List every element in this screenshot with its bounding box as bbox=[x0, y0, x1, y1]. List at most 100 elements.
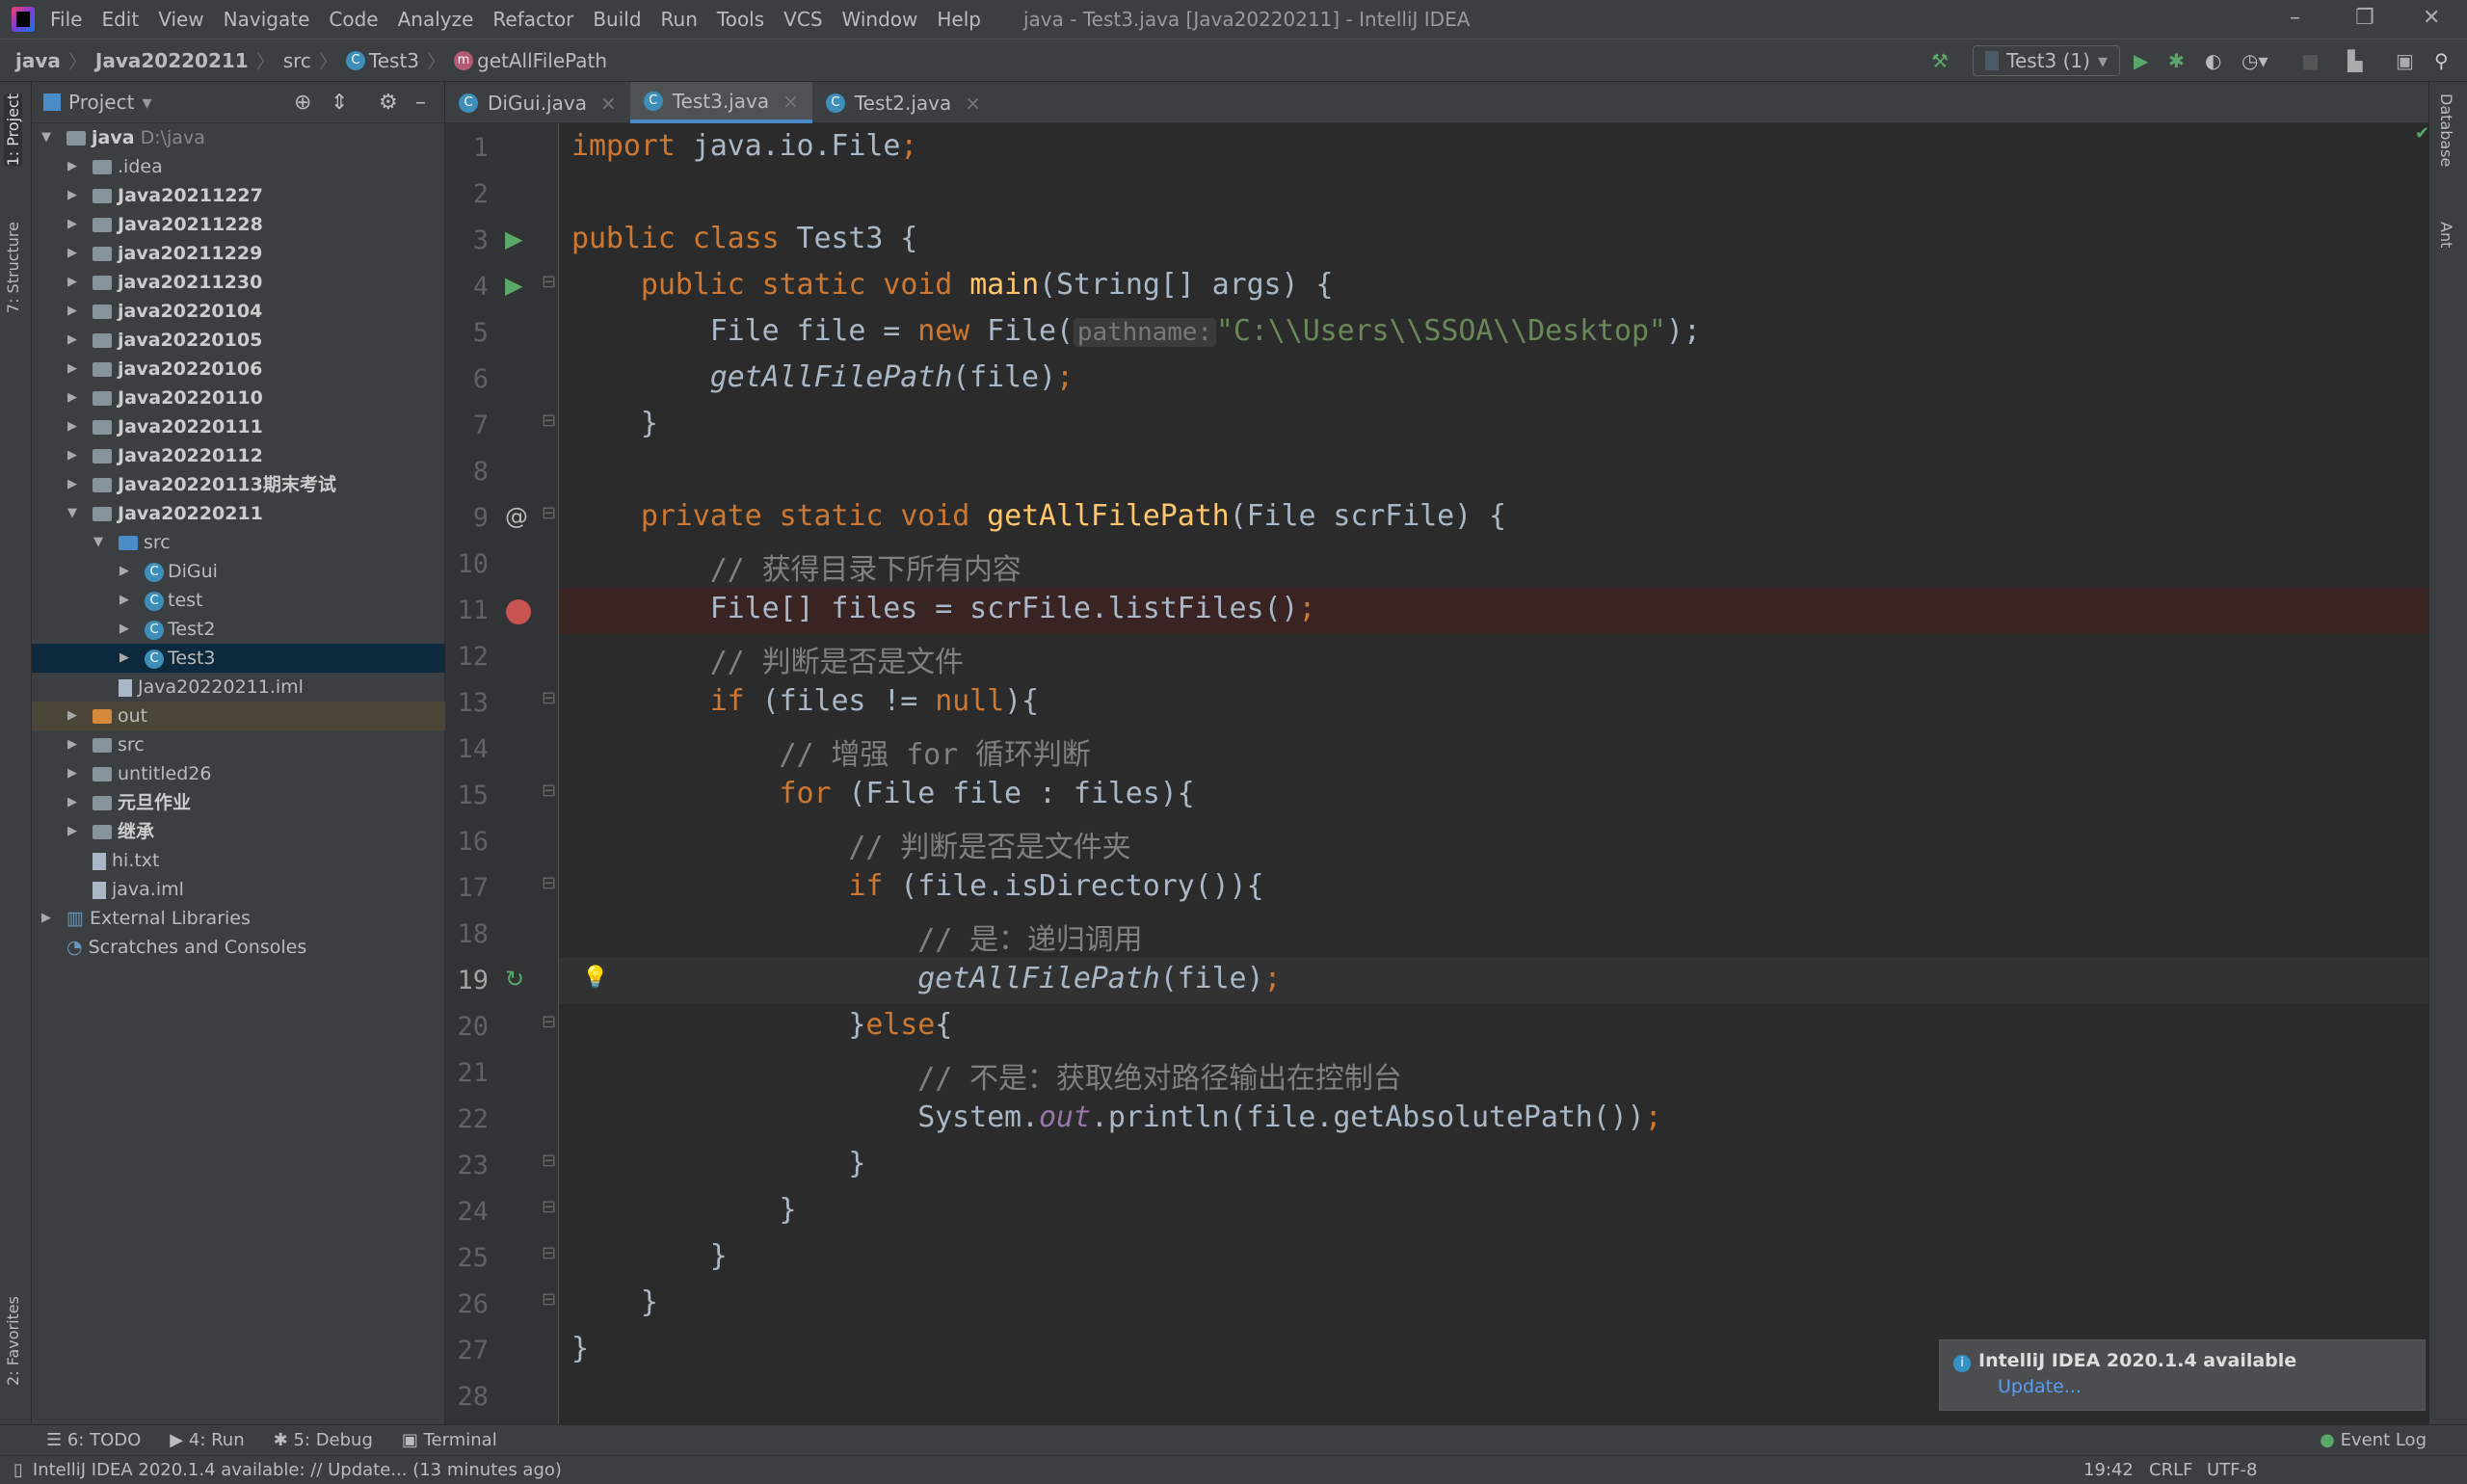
tree-item[interactable]: ▶ Java20220111 bbox=[32, 412, 445, 441]
tree-item[interactable]: ▶ Java20220113期末考试 bbox=[32, 470, 445, 499]
breadcrumb-java[interactable]: java bbox=[15, 49, 61, 72]
menu-analyze[interactable]: Analyze bbox=[398, 8, 474, 31]
code-line[interactable]: } bbox=[571, 1147, 865, 1180]
project-view-select[interactable]: Project bbox=[68, 91, 134, 114]
fold-icon[interactable]: ⊟ bbox=[542, 1197, 556, 1217]
code-line[interactable]: getAllFilePath(file); bbox=[571, 360, 1074, 394]
stop-icon[interactable]: ■ bbox=[2301, 49, 2320, 72]
tree-item[interactable]: ▶ 继承 bbox=[32, 817, 445, 846]
caret-position[interactable]: 19:42 bbox=[2083, 1460, 2134, 1480]
project-structure-icon[interactable]: ▙ bbox=[2348, 49, 2362, 72]
collapsed-arrow-icon[interactable]: ▶ bbox=[67, 239, 77, 268]
code-line[interactable]: public class Test3 { bbox=[571, 222, 917, 255]
collapsed-arrow-icon[interactable]: ▶ bbox=[67, 355, 77, 384]
fold-icon[interactable]: ⊟ bbox=[542, 873, 556, 893]
tree-item[interactable]: ▶ C DiGui bbox=[32, 557, 445, 586]
collapsed-arrow-icon[interactable]: ▶ bbox=[119, 586, 129, 615]
code-line[interactable]: File[] files = scrFile.listFiles(); bbox=[571, 592, 1316, 625]
code-line[interactable]: } bbox=[571, 1285, 658, 1319]
tree-item[interactable]: ▶ C Test3 bbox=[32, 644, 445, 673]
debug-tool-button[interactable]: ✱ 5: Debug bbox=[274, 1430, 373, 1450]
update-link[interactable]: Update... bbox=[1998, 1376, 2411, 1397]
expanded-arrow-icon[interactable]: ▼ bbox=[67, 499, 77, 528]
fold-icon[interactable]: ⊟ bbox=[542, 1012, 556, 1032]
breadcrumb-class[interactable]: Test3 bbox=[369, 49, 419, 72]
run-gutter-icon[interactable]: ▶ bbox=[505, 225, 522, 252]
minimize-button[interactable]: – bbox=[2290, 6, 2300, 30]
file-encoding[interactable]: UTF-8 bbox=[2207, 1460, 2257, 1480]
fold-icon[interactable]: ⊟ bbox=[542, 688, 556, 708]
close-tab-icon[interactable]: × bbox=[783, 90, 799, 113]
code-line[interactable]: public static void main(String[] args) { bbox=[571, 268, 1334, 302]
collapsed-arrow-icon[interactable]: ▶ bbox=[67, 210, 77, 239]
code-line[interactable]: } bbox=[571, 1332, 589, 1365]
tree-item[interactable]: ▶ java20220105 bbox=[32, 326, 445, 355]
breadcrumb-src[interactable]: src bbox=[283, 49, 311, 72]
breadcrumb-method[interactable]: getAllFilePath bbox=[477, 49, 607, 72]
collapsed-arrow-icon[interactable]: ▶ bbox=[119, 557, 129, 586]
tab-test2-java[interactable]: C Test2.java × bbox=[812, 82, 995, 123]
tree-item[interactable]: ▼ Java20220211 bbox=[32, 499, 445, 528]
code-line[interactable]: for (File file : files){ bbox=[571, 777, 1195, 810]
menu-edit[interactable]: Edit bbox=[101, 8, 139, 31]
menu-vcs[interactable]: VCS bbox=[783, 8, 822, 31]
collapsed-arrow-icon[interactable]: ▶ bbox=[41, 904, 51, 933]
tab-digui-java[interactable]: C DiGui.java × bbox=[445, 82, 630, 123]
code-line[interactable]: // 判断是否是文件夹 bbox=[571, 823, 1130, 865]
collapsed-arrow-icon[interactable]: ▶ bbox=[67, 441, 77, 470]
gear-icon[interactable]: ⚙ bbox=[379, 91, 398, 115]
run-anything-icon[interactable]: ▣ bbox=[2396, 49, 2414, 72]
tree-item[interactable]: ▶ out bbox=[32, 702, 445, 730]
tree-item[interactable]: java.iml bbox=[32, 875, 445, 904]
collapsed-arrow-icon[interactable]: ▶ bbox=[67, 702, 77, 730]
tree-item[interactable]: ▶ java20211230 bbox=[32, 268, 445, 297]
collapsed-arrow-icon[interactable]: ▶ bbox=[67, 268, 77, 297]
coverage-icon[interactable]: ◐ bbox=[2205, 49, 2221, 72]
tree-item[interactable]: ▶ Java20220112 bbox=[32, 441, 445, 470]
inspection-ok-icon[interactable]: ✔ bbox=[2415, 123, 2429, 144]
menu-view[interactable]: View bbox=[158, 8, 203, 31]
structure-tool-tab[interactable]: 7: Structure bbox=[4, 222, 22, 313]
collapsed-arrow-icon[interactable]: ▶ bbox=[67, 384, 77, 412]
tree-item[interactable]: ▶ C Test2 bbox=[32, 615, 445, 644]
tree-item[interactable]: ▶ .idea bbox=[32, 152, 445, 181]
todo-tool-button[interactable]: ☰ 6: TODO bbox=[46, 1430, 141, 1450]
collapse-all-icon[interactable]: ⇕ bbox=[331, 91, 348, 115]
menu-help[interactable]: Help bbox=[937, 8, 981, 31]
fold-icon[interactable]: ⊟ bbox=[542, 1289, 556, 1310]
line-separator[interactable]: CRLF bbox=[2149, 1460, 2192, 1480]
search-icon[interactable]: ⚲ bbox=[2434, 49, 2449, 72]
tree-item[interactable]: ◔ Scratches and Consoles bbox=[32, 933, 445, 962]
collapsed-arrow-icon[interactable]: ▶ bbox=[67, 297, 77, 326]
tree-item[interactable]: Java20220211.iml bbox=[32, 673, 445, 702]
collapsed-arrow-icon[interactable]: ▶ bbox=[67, 759, 77, 788]
locate-icon[interactable]: ⊕ bbox=[294, 91, 311, 115]
run-config-select[interactable]: Test3 (1) ▾ bbox=[1973, 45, 2120, 76]
tree-item[interactable]: ▶ java20211229 bbox=[32, 239, 445, 268]
override-gutter-icon[interactable]: @ bbox=[505, 503, 528, 530]
code-line[interactable]: } bbox=[571, 1239, 728, 1273]
menu-navigate[interactable]: Navigate bbox=[224, 8, 310, 31]
intention-bulb-icon[interactable]: 💡 bbox=[582, 966, 608, 990]
breadcrumb-module[interactable]: Java20220211 bbox=[95, 49, 249, 72]
terminal-tool-button[interactable]: ▣ Terminal bbox=[402, 1430, 497, 1450]
status-toggle-icon[interactable]: ▯ bbox=[13, 1460, 23, 1480]
run-icon[interactable]: ▶ bbox=[2134, 49, 2148, 72]
code-line[interactable]: import java.io.File; bbox=[571, 129, 917, 163]
menu-tools[interactable]: Tools bbox=[717, 8, 764, 31]
tree-item[interactable]: ▶ untitled26 bbox=[32, 759, 445, 788]
menu-file[interactable]: File bbox=[50, 8, 82, 31]
code-line[interactable]: System.out.println(file.getAbsolutePath(… bbox=[571, 1100, 1661, 1134]
hide-icon[interactable]: – bbox=[415, 91, 426, 115]
collapsed-arrow-icon[interactable]: ▶ bbox=[119, 615, 129, 644]
tree-item[interactable]: ▶ java20220104 bbox=[32, 297, 445, 326]
code-line[interactable]: } bbox=[571, 1193, 797, 1227]
collapsed-arrow-icon[interactable]: ▶ bbox=[67, 412, 77, 441]
code-line[interactable]: getAllFilePath(file); bbox=[571, 962, 1281, 995]
tree-item[interactable]: ▶ ▥ External Libraries bbox=[32, 904, 445, 933]
debug-bug-icon[interactable]: ✱ bbox=[2168, 49, 2185, 72]
code-editor[interactable]: import java.io.File; public class Test3 {… bbox=[559, 123, 2429, 1424]
fold-icon[interactable]: ⊟ bbox=[542, 1243, 556, 1263]
ant-tool-tab[interactable]: Ant bbox=[2437, 222, 2455, 248]
tree-item[interactable]: ▶ java20220106 bbox=[32, 355, 445, 384]
